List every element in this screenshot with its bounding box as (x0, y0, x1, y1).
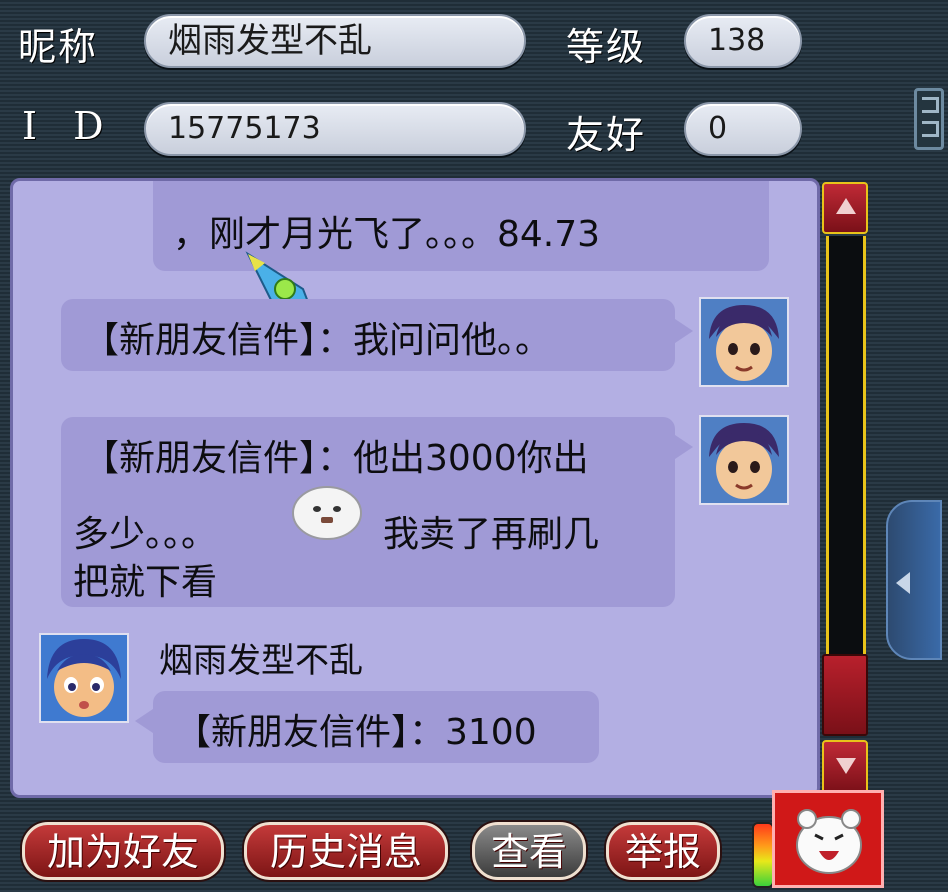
avatar[interactable] (39, 633, 129, 723)
friendship-label: 友好 (566, 113, 647, 157)
nickname-field: 烟雨发型不乱 (144, 14, 526, 68)
scroll-down-icon (836, 758, 856, 774)
view-button[interactable]: 查看 (472, 822, 586, 880)
level-label: 等级 (566, 25, 647, 69)
bubble-tail (135, 709, 153, 733)
message-text: 【新朋友信件】：3100 (175, 712, 537, 753)
level-field: 138 (684, 14, 802, 68)
avatar[interactable] (699, 415, 789, 505)
side-collapse-tab[interactable] (886, 500, 942, 660)
message-text-line3: 把就下看 (73, 562, 218, 603)
nickname-label: 昵称 (18, 25, 99, 69)
message-text: ，刚才月光飞了。。。84.73 (173, 214, 601, 255)
bubble-tail (675, 435, 693, 459)
message-text-line1: 【新朋友信件】：他出3000你出 (83, 438, 589, 479)
add-friend-button[interactable]: 加为好友 (22, 822, 224, 880)
id-label: I D (22, 104, 116, 148)
message-text-line2-a: 多少。。。 (73, 514, 218, 555)
scroll-track[interactable] (826, 236, 866, 654)
bubble-tail (675, 319, 693, 343)
message-bubble: 【新朋友信件】：我问问他。。 (61, 299, 675, 371)
emoji-picker-button[interactable] (772, 790, 884, 888)
chat-scrollbar[interactable] (822, 178, 870, 798)
id-field: 15775173 (144, 102, 526, 156)
scroll-up-button[interactable] (822, 182, 868, 234)
window-corner-ornament (914, 88, 944, 150)
friendship-field: 0 (684, 102, 802, 156)
history-button[interactable]: 历史消息 (244, 822, 448, 880)
emoji-face-icon (289, 483, 365, 543)
scroll-thumb[interactable] (822, 654, 868, 736)
message-bubble: 【新朋友信件】：3100 (153, 691, 599, 763)
report-button[interactable]: 举报 (606, 822, 720, 880)
collapse-arrow-icon (896, 572, 910, 594)
message-text-line2-b: 我卖了再刷几 (383, 514, 600, 555)
scroll-up-icon (836, 198, 856, 214)
chat-history-panel[interactable]: ，刚才月光飞了。。。84.73 【新朋友信件】：我问问他。。 【新朋友信件】：他… (10, 178, 820, 798)
avatar[interactable] (699, 297, 789, 387)
message-bubble: 【新朋友信件】：他出3000你出 多少。。。 我卖了再刷几 把就下看 (61, 417, 675, 607)
signal-level-indicator (752, 822, 774, 888)
white-cat-emoji-icon (789, 803, 869, 879)
scroll-down-button[interactable] (822, 740, 868, 794)
message-text: 【新朋友信件】：我问问他。。 (83, 320, 552, 361)
sender-name: 烟雨发型不乱 (159, 641, 363, 681)
